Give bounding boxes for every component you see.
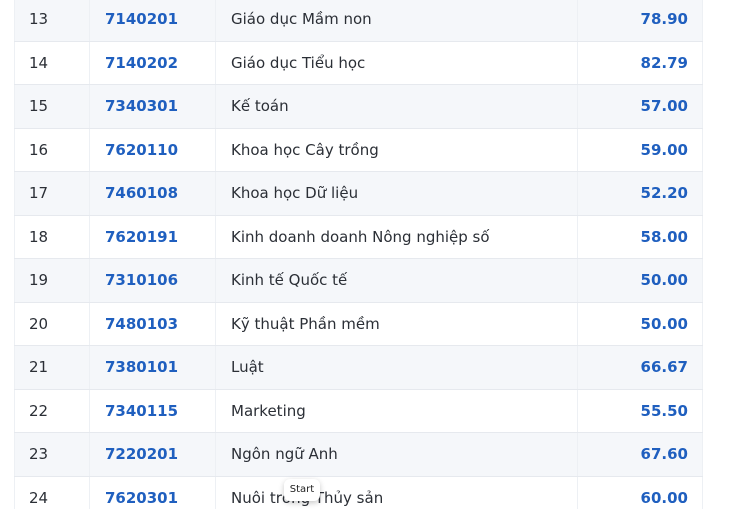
major-code-link[interactable]: 7380101	[89, 345, 216, 390]
major-name: Marketing	[215, 388, 578, 433]
table-row: 19 7310106 Kinh tế Quốc tế 50.00	[14, 258, 703, 303]
table-row: 14 7140202 Giáo dục Tiểu học 82.79	[14, 40, 703, 85]
row-number: 16	[14, 127, 90, 172]
row-number: 23	[14, 432, 90, 477]
admission-score: 60.00	[577, 475, 703, 509]
row-number: 15	[14, 84, 90, 129]
admission-score: 50.00	[577, 301, 703, 346]
major-name: Luật	[215, 345, 578, 390]
table-row: 24 7620301 Nuôi trồng Thủy sản 60.00	[14, 475, 703, 509]
table-row: 21 7380101 Luật 66.67	[14, 345, 703, 390]
major-code-link[interactable]: 7480103	[89, 301, 216, 346]
major-code-link[interactable]: 7620301	[89, 475, 216, 509]
admission-score-table: 13 7140201 Giáo dục Mầm non 78.90 14 714…	[14, 0, 703, 509]
admission-score: 59.00	[577, 127, 703, 172]
table-row: 15 7340301 Kế toán 57.00	[14, 84, 703, 129]
major-name: Kỹ thuật Phần mềm	[215, 301, 578, 346]
table-row: 16 7620110 Khoa học Cây trồng 59.00	[14, 127, 703, 172]
row-number: 17	[14, 171, 90, 216]
major-code-link[interactable]: 7140202	[89, 40, 216, 85]
row-number: 13	[14, 0, 90, 42]
admission-score: 58.00	[577, 214, 703, 259]
admission-score: 57.00	[577, 84, 703, 129]
row-number: 24	[14, 475, 90, 509]
admission-score: 67.60	[577, 432, 703, 477]
major-name: Kế toán	[215, 84, 578, 129]
major-name: Giáo dục Tiểu học	[215, 40, 578, 85]
major-name: Kinh doanh doanh Nông nghiệp số	[215, 214, 578, 259]
table-row: 17 7460108 Khoa học Dữ liệu 52.20	[14, 171, 703, 216]
table-row: 23 7220201 Ngôn ngữ Anh 67.60	[14, 432, 703, 477]
major-name: Khoa học Dữ liệu	[215, 171, 578, 216]
major-code-link[interactable]: 7140201	[89, 0, 216, 42]
admission-score: 82.79	[577, 40, 703, 85]
table-row: 13 7140201 Giáo dục Mầm non 78.90	[14, 0, 703, 42]
row-number: 20	[14, 301, 90, 346]
page: 13 7140201 Giáo dục Mầm non 78.90 14 714…	[0, 0, 730, 509]
major-name: Ngôn ngữ Anh	[215, 432, 578, 477]
admission-score: 66.67	[577, 345, 703, 390]
table-row: 20 7480103 Kỹ thuật Phần mềm 50.00	[14, 301, 703, 346]
major-code-link[interactable]: 7310106	[89, 258, 216, 303]
major-code-link[interactable]: 7340301	[89, 84, 216, 129]
major-code-link[interactable]: 7340115	[89, 388, 216, 433]
major-code-link[interactable]: 7220201	[89, 432, 216, 477]
row-number: 18	[14, 214, 90, 259]
major-code-link[interactable]: 7620191	[89, 214, 216, 259]
major-name: Nuôi trồng Thủy sản	[215, 475, 578, 509]
table-row: 22 7340115 Marketing 55.50	[14, 388, 703, 433]
major-name: Khoa học Cây trồng	[215, 127, 578, 172]
admission-score: 50.00	[577, 258, 703, 303]
row-number: 22	[14, 388, 90, 433]
admission-score: 52.20	[577, 171, 703, 216]
row-number: 21	[14, 345, 90, 390]
table-row: 18 7620191 Kinh doanh doanh Nông nghiệp …	[14, 214, 703, 259]
major-code-link[interactable]: 7460108	[89, 171, 216, 216]
row-number: 14	[14, 40, 90, 85]
major-code-link[interactable]: 7620110	[89, 127, 216, 172]
admission-score: 78.90	[577, 0, 703, 42]
admission-score: 55.50	[577, 388, 703, 433]
row-number: 19	[14, 258, 90, 303]
start-tooltip[interactable]: Start	[284, 479, 320, 501]
major-name: Giáo dục Mầm non	[215, 0, 578, 42]
major-name: Kinh tế Quốc tế	[215, 258, 578, 303]
